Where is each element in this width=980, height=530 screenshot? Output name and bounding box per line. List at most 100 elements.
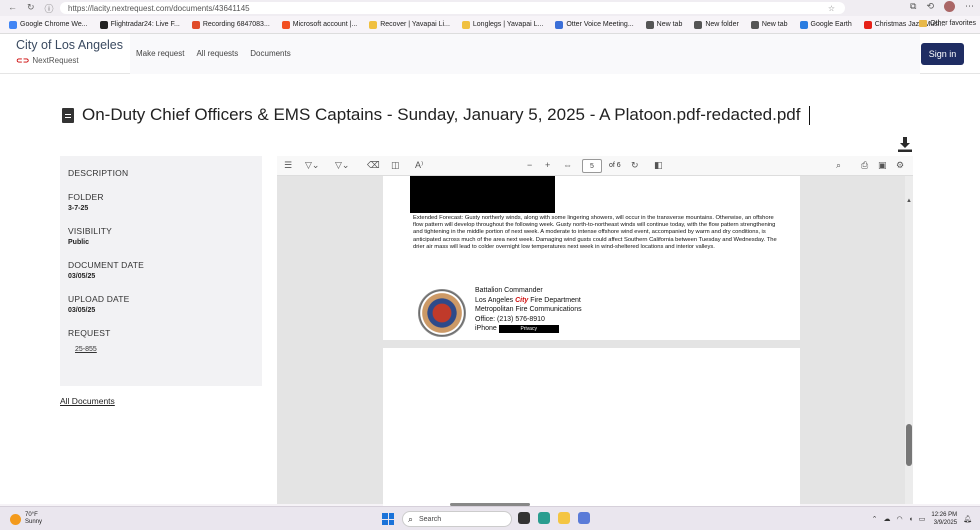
bookmark-label: New tab: [761, 21, 788, 28]
request-link[interactable]: 25-855: [75, 346, 97, 353]
bookmark-item[interactable]: Microsoft account |...: [277, 20, 362, 29]
battery-icon[interactable]: ▭: [919, 515, 926, 523]
nav-make-request[interactable]: Make request: [136, 49, 184, 58]
browser-top-bar: ← ↻ ⓘ https://lacity.nextrequest.com/doc…: [0, 0, 980, 16]
download-icon[interactable]: [898, 137, 912, 152]
bookmark-label: New tab: [656, 21, 683, 28]
pdf-page-next: [383, 348, 800, 508]
weather-temp: 70°F: [25, 512, 38, 518]
find-icon[interactable]: ⌕: [836, 160, 841, 171]
edge-browser-icon[interactable]: [538, 512, 550, 524]
bookmark-item[interactable]: New tab: [746, 20, 793, 29]
nav-all-requests[interactable]: All requests: [196, 49, 238, 58]
sign-in-button[interactable]: Sign in: [921, 43, 964, 65]
refresh-icon[interactable]: ↻: [27, 2, 35, 15]
page-view-icon[interactable]: ◫: [391, 160, 400, 171]
print-icon[interactable]: ⎙: [861, 160, 868, 171]
document-date-block: DOCUMENT DATE 03/05/25: [68, 260, 254, 280]
folder-block: FOLDER 3-7-25: [68, 192, 254, 212]
zoom-out-icon[interactable]: −: [527, 160, 532, 170]
bookmark-label: Recording 6847083...: [202, 21, 270, 28]
bookmark-label: Microsoft account |...: [292, 21, 358, 28]
folder-icon: [919, 20, 928, 27]
upload-date-value: 03/05/25: [68, 307, 96, 314]
nav-documents[interactable]: Documents: [250, 49, 290, 58]
windows-taskbar: 70°F Sunny Search ⌃ ☁ ◠ ◖ ▭ 12:26 PM 3/9…: [0, 506, 980, 530]
bookmark-item[interactable]: New folder: [689, 20, 743, 29]
fit-width-icon[interactable]: ⇔: [563, 160, 572, 170]
favorite-star-icon[interactable]: ☆: [828, 4, 835, 13]
all-documents-link[interactable]: All Documents: [60, 396, 115, 406]
bookmark-item[interactable]: Otter Voice Meeting...: [550, 20, 638, 29]
draw-icon[interactable]: ▽⌄: [335, 160, 349, 171]
bookmark-item[interactable]: Flightradar24: Live F...: [95, 20, 185, 29]
wifi-icon[interactable]: ◠: [896, 515, 902, 523]
forecast-text: Extended Forecast: Gusty northerly winds…: [413, 215, 777, 250]
pdf-toolbar: ☰ ▽⌄ ▽⌄ ⌫ ◫ A⁾ − + ⇔ 5 of 6 ↻ ◧ ⌕ ⎙ ▣ ⚙: [277, 156, 913, 176]
task-view-icon[interactable]: [518, 512, 530, 524]
bookmark-favicon-icon: [799, 20, 808, 29]
address-bar[interactable]: https://lacity.nextrequest.com/documents…: [60, 2, 845, 14]
other-favorites[interactable]: Other favorites: [919, 20, 976, 27]
extensions-icon[interactable]: ⧉: [910, 1, 916, 12]
sig-unit: Metropolitan Fire Communications: [475, 306, 582, 314]
page-number-input[interactable]: 5: [582, 159, 602, 173]
windows-start-icon[interactable]: [382, 513, 394, 525]
scroll-up-icon[interactable]: ▲: [906, 198, 912, 204]
notification-bell-icon[interactable]: 🔔︎: [963, 515, 972, 523]
bookmark-item[interactable]: Google Earth: [795, 20, 857, 29]
bookmark-favicon-icon: [191, 20, 200, 29]
menu-icon[interactable]: ⋯: [965, 1, 974, 12]
bookmark-item[interactable]: Recover | Yavapai Li...: [364, 20, 455, 29]
signature-block: Battalion Commander Los Angeles City Fir…: [475, 286, 582, 334]
sig-dept-city: City: [515, 296, 529, 304]
read-aloud-icon[interactable]: A⁾: [415, 160, 423, 171]
description-label: DESCRIPTION: [68, 168, 129, 178]
bookmark-label: Google Earth: [810, 21, 852, 28]
zoom-in-icon[interactable]: +: [545, 160, 550, 170]
remote-desktop-icon[interactable]: [578, 512, 590, 524]
highlight-icon[interactable]: ▽⌄: [305, 160, 319, 171]
volume-icon[interactable]: ◖: [909, 516, 913, 523]
bookmark-favicon-icon: [750, 20, 759, 29]
document-icon: [62, 107, 74, 123]
tray-chevron-icon[interactable]: ⌃: [872, 515, 878, 523]
profile-avatar[interactable]: [944, 1, 955, 12]
file-explorer-icon[interactable]: [558, 512, 570, 524]
sig-title: Battalion Commander: [475, 287, 543, 294]
brand-sub: ⊂⊃ NextRequest: [16, 56, 123, 65]
bookmark-item[interactable]: Longlegs | Yavapai L...: [457, 20, 548, 29]
scroll-thumb[interactable]: [906, 424, 912, 466]
two-page-icon[interactable]: ◧: [654, 160, 663, 171]
taskbar-search[interactable]: Search: [402, 511, 512, 527]
system-tray: ⌃ ☁ ◠ ◖ ▭ 12:26 PM 3/9/2025 🔔︎: [872, 511, 972, 527]
history-icon[interactable]: ⟲: [926, 1, 934, 12]
eraser-icon[interactable]: ⌫: [367, 160, 380, 171]
bookmark-item[interactable]: Recording 6847083...: [187, 20, 275, 29]
clock[interactable]: 12:26 PM 3/9/2025: [931, 511, 957, 527]
bookmark-item[interactable]: New tab: [641, 20, 688, 29]
settings-gear-icon[interactable]: ⚙: [896, 160, 904, 171]
document-metadata-panel: DESCRIPTION FOLDER 3-7-25 VISIBILITY Pub…: [60, 156, 262, 386]
document-title-text: On-Duty Chief Officers & EMS Captains - …: [82, 105, 801, 124]
bookmark-label: Recover | Yavapai Li...: [380, 21, 450, 28]
info-icon[interactable]: ⓘ: [45, 2, 54, 15]
rotate-icon[interactable]: ↻: [631, 160, 639, 171]
save-icon[interactable]: ▣: [878, 160, 887, 171]
folder-label: FOLDER: [68, 192, 104, 202]
brand-name: NextRequest: [32, 56, 79, 65]
bookmarks-bar: Google Chrome We... Flightradar24: Live F…: [0, 16, 980, 34]
brand[interactable]: City of Los Angeles ⊂⊃ NextRequest: [16, 38, 123, 65]
back-icon[interactable]: ←: [8, 2, 17, 15]
site-title[interactable]: City of Los Angeles: [16, 38, 123, 52]
contents-icon[interactable]: ☰: [284, 160, 292, 171]
upload-date-label: UPLOAD DATE: [68, 294, 130, 304]
sig-phone-label: iPhone: [475, 325, 497, 333]
sig-dept-a: Los Angeles: [475, 296, 516, 304]
main-nav: Make request All requests Documents: [136, 49, 291, 58]
clock-time: 12:26 PM: [931, 512, 958, 518]
viewer-scrollbar[interactable]: ▲: [905, 176, 913, 504]
weather-widget[interactable]: 70°F Sunny: [10, 512, 42, 526]
bookmark-item[interactable]: Google Chrome We...: [4, 20, 93, 29]
cloud-icon[interactable]: ☁: [883, 515, 890, 523]
